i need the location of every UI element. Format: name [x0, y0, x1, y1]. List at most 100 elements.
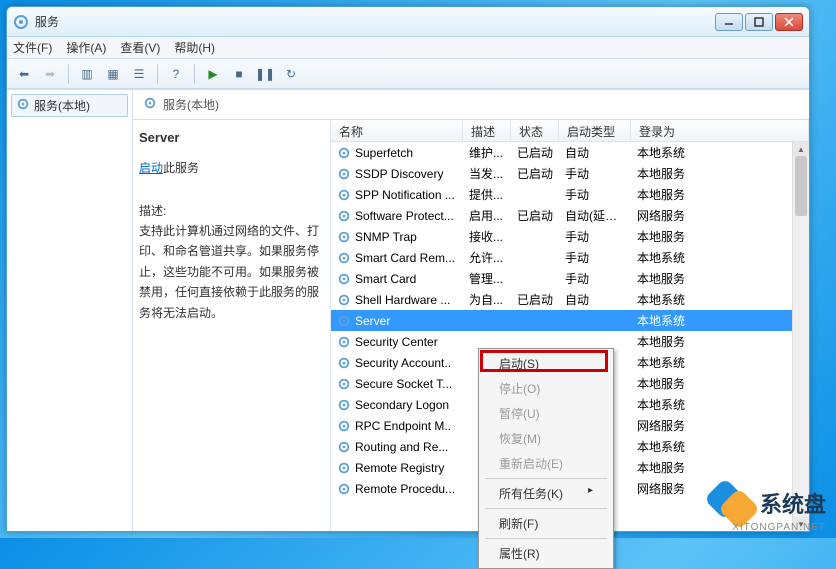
service-row[interactable]: SNMP Trap接收... 手动本地服务 — [331, 226, 809, 247]
pane-header: 服务(本地) — [133, 90, 809, 120]
col-startup[interactable]: 启动类型 — [559, 120, 631, 141]
cell-desc: 接收... — [463, 228, 511, 245]
menu-file[interactable]: 文件(F) — [13, 39, 52, 56]
cell-startup: 手动 — [559, 249, 631, 266]
ctx-pause[interactable]: 暂停(U) — [481, 401, 611, 426]
cell-name: Superfetch — [331, 146, 463, 160]
cell-name: SNMP Trap — [331, 230, 463, 244]
tree-root-item[interactable]: 服务(本地) — [11, 94, 128, 117]
service-row[interactable]: Superfetch维护...已启动自动本地系统 — [331, 142, 809, 163]
cell-logon: 网络服务 — [631, 207, 809, 224]
cell-logon: 本地系统 — [631, 312, 809, 329]
cell-startup: 自动(延迟... — [559, 207, 631, 224]
stop-service-button[interactable]: ■ — [228, 63, 250, 85]
watermark-logo-icon — [706, 482, 754, 524]
cell-name: Secondary Logon — [331, 398, 463, 412]
cell-startup: 自动 — [559, 291, 631, 308]
cell-name: Security Account.. — [331, 356, 463, 370]
cell-logon: 网络服务 — [631, 417, 809, 434]
scroll-up-icon[interactable]: ▲ — [793, 142, 809, 156]
ctx-stop[interactable]: 停止(O) — [481, 376, 611, 401]
cell-desc: 维护... — [463, 144, 511, 161]
cell-desc: 提供... — [463, 186, 511, 203]
ctx-restart[interactable]: 重新启动(E) — [481, 451, 611, 476]
help-button[interactable]: ? — [165, 63, 187, 85]
cell-status: 已启动 — [511, 165, 559, 182]
service-row[interactable]: Server 本地系统 — [331, 310, 809, 331]
main-body: 服务(本地) 服务(本地) Server 启动此服务 描述: 支持此计算机通过网… — [7, 89, 809, 531]
properties-button[interactable]: ☰ — [128, 63, 150, 85]
service-row[interactable]: Shell Hardware ...为自...已启动自动本地系统 — [331, 289, 809, 310]
cell-logon: 本地服务 — [631, 228, 809, 245]
restart-service-button[interactable]: ↻ — [280, 63, 302, 85]
watermark-url: XITONGPAN.NET — [732, 522, 826, 533]
scroll-thumb[interactable] — [795, 156, 807, 216]
service-row[interactable]: Software Protect...启用...已启动自动(延迟...网络服务 — [331, 205, 809, 226]
cell-name: SSDP Discovery — [331, 167, 463, 181]
menu-help[interactable]: 帮助(H) — [174, 39, 215, 56]
cell-logon: 本地系统 — [631, 396, 809, 413]
cell-name: Remote Registry — [331, 461, 463, 475]
menu-action[interactable]: 操作(A) — [66, 39, 106, 56]
service-row[interactable]: SPP Notification ...提供...手动本地服务 — [331, 184, 809, 205]
minimize-button[interactable] — [715, 13, 743, 31]
forward-button[interactable]: ➡ — [39, 63, 61, 85]
ctx-start[interactable]: 启动(S) — [481, 351, 611, 376]
cell-name: Routing and Re... — [331, 440, 463, 454]
ctx-resume[interactable]: 恢复(M) — [481, 426, 611, 451]
ctx-refresh[interactable]: 刷新(F) — [481, 511, 611, 536]
cell-name: RPC Endpoint M.. — [331, 419, 463, 433]
right-pane: 服务(本地) Server 启动此服务 描述: 支持此计算机通过网络的文件、打印… — [133, 90, 809, 531]
cell-name: Shell Hardware ... — [331, 293, 463, 307]
cell-logon: 本地系统 — [631, 291, 809, 308]
cell-logon: 本地系统 — [631, 144, 809, 161]
service-row[interactable]: Smart Card管理...手动本地服务 — [331, 268, 809, 289]
cell-startup: 手动 — [559, 228, 631, 245]
cell-status: 已启动 — [511, 291, 559, 308]
cell-logon: 本地服务 — [631, 165, 809, 182]
col-name[interactable]: 名称 — [331, 120, 463, 141]
titlebar[interactable]: 服务 — [7, 7, 809, 37]
col-status[interactable]: 状态 — [511, 120, 559, 141]
ctx-all-tasks[interactable]: 所有任务(K) — [481, 481, 611, 506]
col-logon[interactable]: 登录为 — [631, 120, 809, 141]
cell-startup: 手动 — [559, 270, 631, 287]
start-service-button[interactable]: ▶ — [202, 63, 224, 85]
pause-service-button[interactable]: ❚❚ — [254, 63, 276, 85]
vertical-scrollbar[interactable]: ▲ ▼ — [792, 142, 809, 531]
service-row[interactable]: SSDP Discovery当发...已启动手动本地服务 — [331, 163, 809, 184]
cell-name: SPP Notification ... — [331, 188, 463, 202]
start-service-link[interactable]: 启动 — [139, 161, 163, 175]
cell-logon: 本地系统 — [631, 354, 809, 371]
show-hide-button[interactable]: ▥ — [76, 63, 98, 85]
gear-icon — [16, 97, 30, 114]
description-pane: Server 启动此服务 描述: 支持此计算机通过网络的文件、打印、和命名管道共… — [133, 120, 331, 531]
cell-startup: 手动 — [559, 165, 631, 182]
menu-view[interactable]: 查看(V) — [120, 39, 160, 56]
context-menu: 启动(S) 停止(O) 暂停(U) 恢复(M) 重新启动(E) 所有任务(K) … — [478, 348, 614, 569]
back-button[interactable]: ⬅ — [13, 63, 35, 85]
service-row[interactable]: Smart Card Rem...允许...手动本地系统 — [331, 247, 809, 268]
pane-header-label: 服务(本地) — [163, 96, 219, 113]
cell-logon: 本地系统 — [631, 249, 809, 266]
col-desc[interactable]: 描述 — [463, 120, 511, 141]
ctx-properties[interactable]: 属性(R) — [481, 541, 611, 566]
export-button[interactable]: ▦ — [102, 63, 124, 85]
window-title: 服务 — [35, 13, 715, 30]
selected-service-name: Server — [139, 130, 320, 145]
cell-logon: 本地系统 — [631, 438, 809, 455]
cell-name: Remote Procedu... — [331, 482, 463, 496]
menubar: 文件(F) 操作(A) 查看(V) 帮助(H) — [7, 37, 809, 59]
close-button[interactable] — [775, 13, 803, 31]
cell-logon: 本地服务 — [631, 186, 809, 203]
maximize-button[interactable] — [745, 13, 773, 31]
start-service-line: 启动此服务 — [139, 159, 320, 176]
cell-desc: 启用... — [463, 207, 511, 224]
tree-root-label: 服务(本地) — [34, 97, 90, 114]
toolbar: ⬅ ➡ ▥ ▦ ☰ ? ▶ ■ ❚❚ ↻ — [7, 59, 809, 89]
cell-desc: 为自... — [463, 291, 511, 308]
ctx-separator — [485, 508, 607, 509]
cell-logon: 本地服务 — [631, 333, 809, 350]
cell-name: Server — [331, 314, 463, 328]
cell-desc: 当发... — [463, 165, 511, 182]
